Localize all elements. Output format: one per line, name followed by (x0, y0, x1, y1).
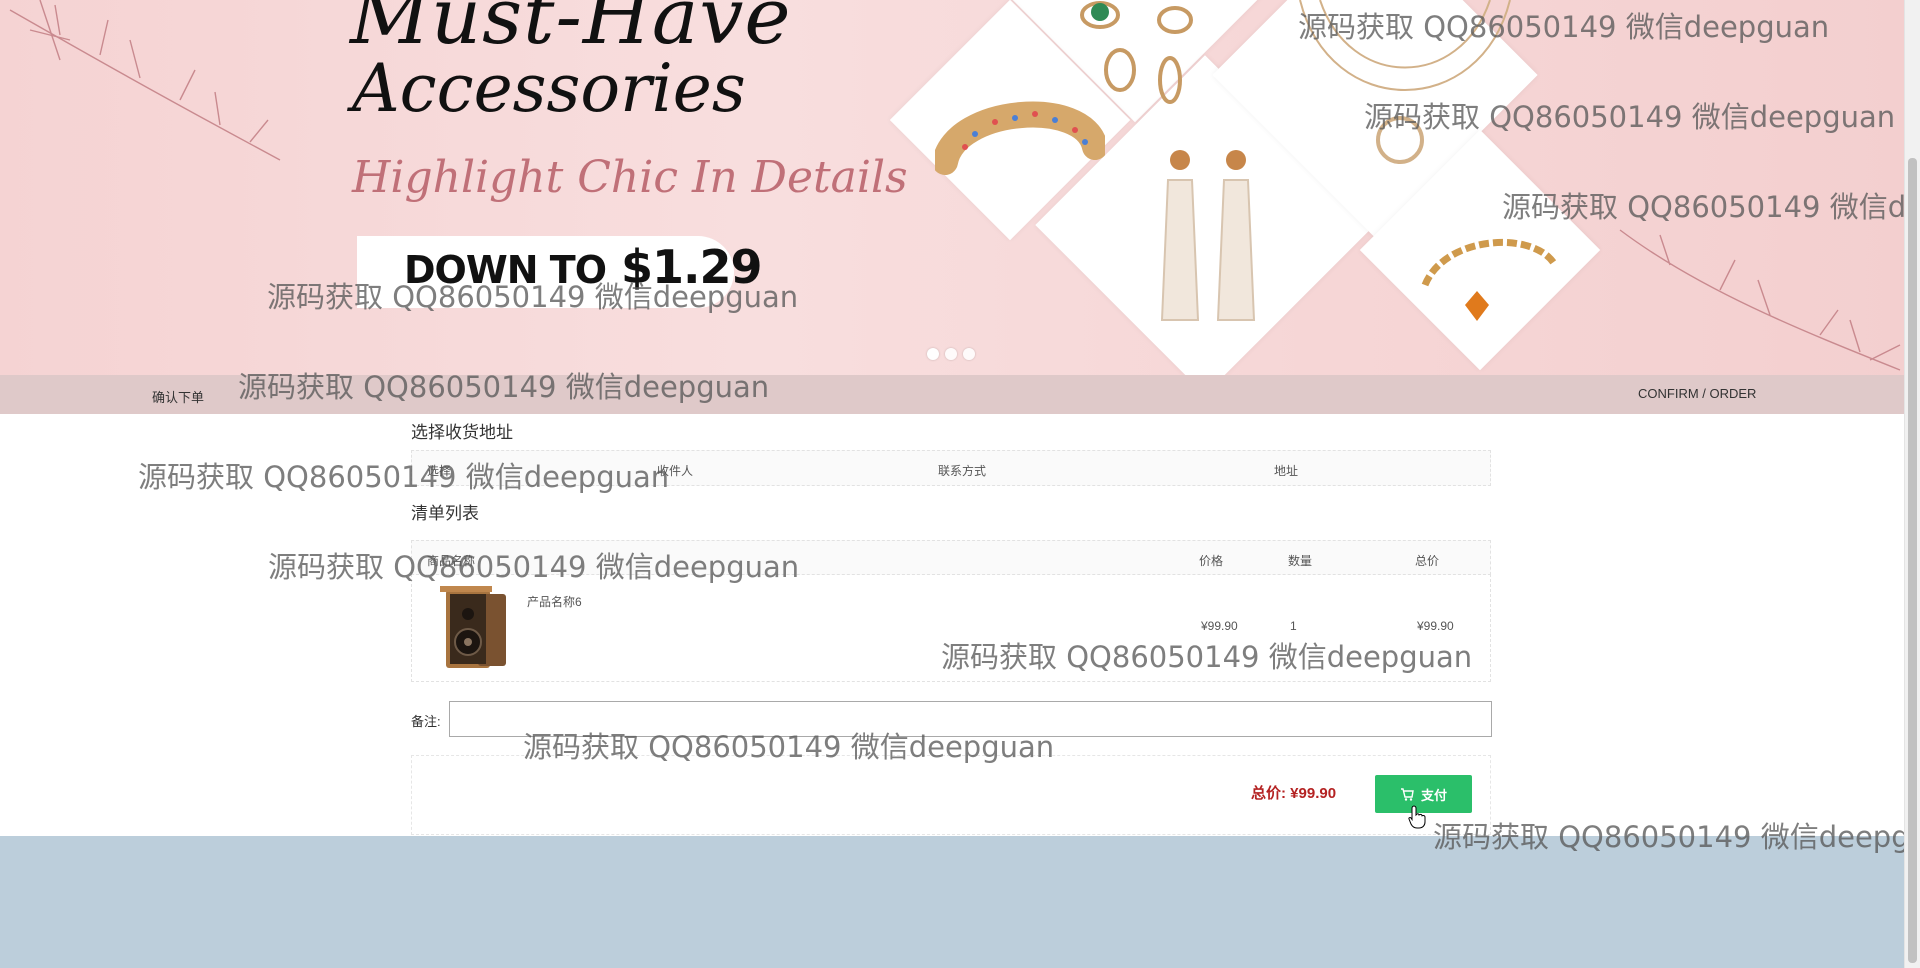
carousel-dot-2[interactable] (945, 348, 957, 360)
cart-item-price: ¥99.90 (1201, 619, 1238, 633)
cart-item-quantity: 1 (1290, 619, 1297, 633)
address-col-select: 选择 (427, 464, 452, 478)
cart-icon (1400, 787, 1414, 801)
address-col-address: 地址 (1274, 464, 1299, 478)
page-scrollbar[interactable] (1904, 0, 1920, 968)
cart-table-header: 商品名称 价格 数量 总价 (411, 540, 1491, 575)
total-value: ¥99.90 (1290, 785, 1337, 802)
cart-col-product: 商品名称 (427, 554, 476, 568)
scrollbar-thumb[interactable] (1908, 158, 1917, 963)
address-section-title: 选择收货地址 (411, 423, 513, 442)
price-prefix: DOWN TO (404, 248, 607, 292)
address-col-contact: 联系方式 (938, 464, 987, 478)
bracelet-icon (1421, 238, 1559, 321)
confirm-order-title: 确认下单 (152, 390, 205, 405)
cart-col-total: 总价 (1415, 554, 1440, 568)
total-label: 总价: (1251, 785, 1286, 802)
order-total: 总价: ¥99.90 (1251, 782, 1336, 803)
confirm-order-bar: 确认下单 CONFIRM / ORDER (0, 375, 1904, 414)
carousel-dots (927, 348, 975, 360)
cart-item-name[interactable]: 产品名称6 (527, 593, 582, 610)
price-value: $1.29 (621, 240, 763, 294)
page-footer (0, 836, 1904, 968)
remark-input[interactable] (449, 701, 1492, 737)
earrings-icon (1160, 150, 1256, 321)
address-col-recipient: 收件人 (657, 464, 694, 478)
hand-cursor-icon (1408, 805, 1426, 829)
cart-section-title: 清单列表 (411, 504, 479, 523)
rings-icon (1080, 1, 1193, 104)
cart-item-total: ¥99.90 (1417, 619, 1454, 633)
carousel-dot-1[interactable] (927, 348, 939, 360)
banner-headline-line2: Accessories (352, 50, 746, 127)
remark-label: 备注: (411, 714, 441, 729)
address-table-header: 选择 收件人 联系方式 地址 (411, 450, 1491, 486)
pay-button-label: 支付 (1420, 787, 1447, 803)
confirm-order-breadcrumb: CONFIRM / ORDER (1638, 386, 1757, 401)
carousel-dot-3[interactable] (963, 348, 975, 360)
necklace-icon (1299, 0, 1511, 164)
banner-tagline: Highlight Chic In Details (352, 152, 908, 203)
branch-decoration-left-icon (9, 0, 281, 161)
table-row: 产品名称6 ¥99.90 1 ¥99.90 (411, 574, 1491, 682)
branch-decoration-right-icon (1619, 229, 1901, 371)
cart-col-quantity: 数量 (1288, 554, 1313, 568)
promo-banner[interactable]: Must-Have Accessories Highlight Chic In … (0, 0, 1904, 375)
banner-price: DOWN TO $1.29 (404, 240, 763, 294)
order-confirm-page: Must-Have Accessories Highlight Chic In … (0, 0, 1904, 968)
cart-col-price: 价格 (1199, 554, 1224, 568)
speaker-icon (440, 586, 506, 668)
